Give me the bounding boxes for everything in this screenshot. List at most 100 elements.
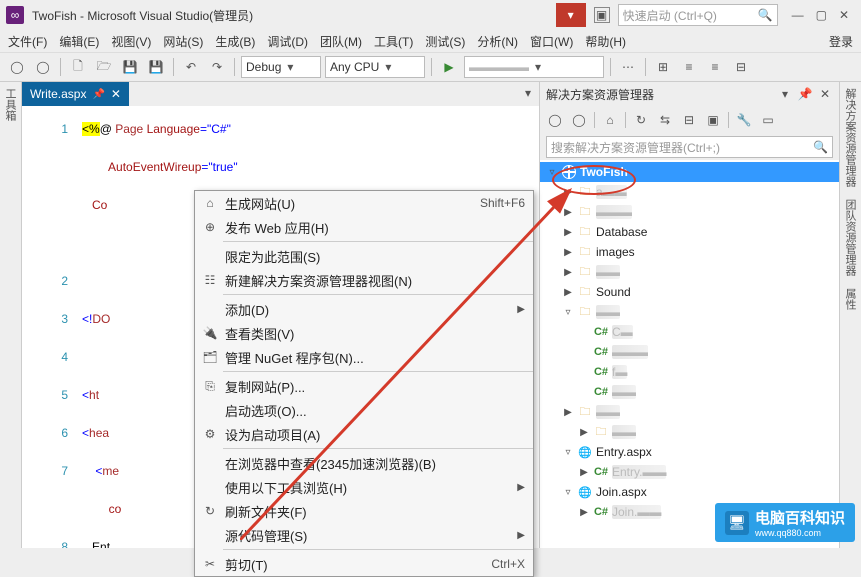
menu-team[interactable]: 团队(M) — [320, 33, 362, 50]
tab-dropdown[interactable]: ▾ — [517, 82, 539, 104]
tree-node[interactable]: ▶🗀a▬▬ — [540, 182, 839, 202]
solution-search-input[interactable]: 搜索解决方案资源管理器(Ctrl+;) 🔍 — [546, 136, 833, 158]
tool-btn-2[interactable]: ⊞ — [652, 56, 674, 78]
tool-btn-1[interactable]: ⋯ — [617, 56, 639, 78]
document-tabstrip: Write.aspx 📌 ✕ ▾ — [22, 82, 539, 106]
context-menu-item[interactable]: ⌂生成网站(U)Shift+F6 — [195, 191, 533, 215]
menu-file[interactable]: 文件(F) — [8, 33, 47, 50]
save-button[interactable]: 💾 — [119, 56, 141, 78]
close-button[interactable]: ✕ — [839, 8, 849, 22]
context-menu-item[interactable]: 限定为此范围(S) — [195, 244, 533, 268]
menu-edit[interactable]: 编辑(E) — [59, 33, 99, 50]
panel-close-icon[interactable]: ✕ — [817, 86, 833, 102]
start-debug-button[interactable]: ▶ — [438, 56, 460, 78]
context-menu-item[interactable]: ☷新建解决方案资源管理器视图(N) — [195, 268, 533, 292]
tree-node[interactable]: ▶🗀Database — [540, 222, 839, 242]
save-all-button[interactable]: 💾 — [145, 56, 167, 78]
tree-node[interactable]: ▿🌐Join.aspx — [540, 482, 839, 502]
nav-forward-button[interactable]: ◯ — [32, 56, 54, 78]
menu-test[interactable]: 测试(S) — [425, 33, 465, 50]
tree-node[interactable]: C#C▬ — [540, 322, 839, 342]
context-menu-item[interactable]: 使用以下工具浏览(H)▶ — [195, 475, 533, 499]
tree-node[interactable]: C#▬▬ — [540, 382, 839, 402]
menu-tools[interactable]: 工具(T) — [374, 33, 413, 50]
se-showall-button[interactable]: ▣ — [702, 109, 724, 131]
se-preview-button[interactable]: ▭ — [757, 109, 779, 131]
context-menu-item[interactable]: 在浏览器中查看(2345加速浏览器)(B) — [195, 451, 533, 475]
menu-window[interactable]: 窗口(W) — [530, 33, 573, 50]
menu-view[interactable]: 视图(V) — [111, 33, 151, 50]
menu-debug[interactable]: 调试(D) — [267, 33, 308, 50]
context-menu-item[interactable]: 源代码管理(S)▶ — [195, 523, 533, 547]
se-properties-button[interactable]: 🔧 — [733, 109, 755, 131]
menu-build[interactable]: 生成(B) — [215, 33, 255, 50]
tree-node[interactable]: ▿🌐Entry.aspx — [540, 442, 839, 462]
nav-back-button[interactable]: ◯ — [6, 56, 28, 78]
title-bar: ∞ TwoFish - Microsoft Visual Studio(管理员)… — [0, 0, 861, 30]
browser-combo[interactable]: ▬▬▬▬▬▾ — [464, 56, 604, 78]
maximize-button[interactable]: ▢ — [816, 8, 827, 22]
tree-node[interactable]: ▶🗀▬▬ — [540, 422, 839, 442]
search-icon: 🔍 — [813, 140, 828, 154]
minimize-button[interactable]: — — [792, 8, 804, 22]
tool-btn-3[interactable]: ≡ — [678, 56, 700, 78]
undo-button[interactable]: ↶ — [180, 56, 202, 78]
menu-help[interactable]: 帮助(H) — [585, 33, 626, 50]
se-refresh-button[interactable]: ↻ — [630, 109, 652, 131]
watermark-icon: 🖥 — [725, 511, 749, 535]
context-menu-item[interactable]: ⊕发布 Web 应用(H) — [195, 215, 533, 239]
context-menu-item[interactable]: ⎘复制网站(P)... — [195, 374, 533, 398]
panel-toolbar: ◯ ◯ ⌂ ↻ ⇆ ⊟ ▣ 🔧 ▭ — [540, 106, 839, 134]
panel-pin-icon[interactable]: 📌 — [797, 86, 813, 102]
tree-node[interactable]: ▶🗀▬▬ — [540, 402, 839, 422]
pin-icon[interactable]: 📌 — [92, 89, 104, 100]
menu-analyze[interactable]: 分析(N) — [477, 33, 518, 50]
tree-node[interactable]: C#▬▬▬ — [540, 342, 839, 362]
open-file-button[interactable]: 🗁 — [93, 56, 115, 78]
context-menu-item[interactable]: ✂剪切(T)Ctrl+X — [195, 552, 533, 576]
tree-node[interactable]: ▶🗀Sound — [540, 282, 839, 302]
tree-node[interactable]: ▶C#Entry.▬▬ — [540, 462, 839, 482]
team-explorer-tab[interactable]: 团队资源管理器 — [840, 193, 860, 282]
context-menu-item[interactable]: ↻刷新文件夹(F) — [195, 499, 533, 523]
context-menu-item[interactable]: 🗂管理 NuGet 程序包(N)... — [195, 345, 533, 369]
se-fwd-button[interactable]: ◯ — [568, 109, 590, 131]
config-combo[interactable]: Debug▾ — [241, 56, 321, 78]
search-placeholder: 搜索解决方案资源管理器(Ctrl+;) — [551, 139, 720, 156]
notifications-button[interactable]: ▾ — [556, 3, 586, 27]
main-toolbar: ◯ ◯ 🗋 🗁 💾 💾 ↶ ↷ Debug▾ Any CPU▾ ▶ ▬▬▬▬▬▾… — [0, 52, 861, 82]
quick-launch-input[interactable]: 快速启动 (Ctrl+Q) 🔍 — [618, 4, 778, 26]
tree-node[interactable]: ▶🗀▬▬▬ — [540, 202, 839, 222]
context-menu-item[interactable]: 添加(D)▶ — [195, 297, 533, 321]
solution-explorer-panel: 解决方案资源管理器 ▾ 📌 ✕ ◯ ◯ ⌂ ↻ ⇆ ⊟ ▣ 🔧 ▭ — [539, 82, 839, 548]
solution-explorer-tab[interactable]: 解决方案资源管理器 — [840, 82, 860, 193]
se-collapse-button[interactable]: ⊟ — [678, 109, 700, 131]
platform-combo[interactable]: Any CPU▾ — [325, 56, 425, 78]
context-menu-item[interactable]: ⚙设为启动项目(A) — [195, 422, 533, 446]
redo-button[interactable]: ↷ — [206, 56, 228, 78]
tree-node[interactable]: C#f▬ — [540, 362, 839, 382]
tool-btn-4[interactable]: ≡ — [704, 56, 726, 78]
right-tool-rail: 解决方案资源管理器 团队资源管理器 属性 — [839, 82, 861, 548]
tab-close-icon[interactable]: ✕ — [111, 87, 121, 101]
properties-tab[interactable]: 属性 — [840, 282, 860, 316]
toolbox-tab[interactable]: 工具箱 — [0, 82, 20, 127]
context-menu-item[interactable]: 🔌查看类图(V) — [195, 321, 533, 345]
vs-logo-icon: ∞ — [6, 6, 24, 24]
solution-tree[interactable]: ▿TwoFish▶🗀a▬▬▶🗀▬▬▬▶🗀Database▶🗀images▶🗀▬▬… — [540, 160, 839, 548]
tree-node[interactable]: ▶🗀images — [540, 242, 839, 262]
tree-root[interactable]: ▿TwoFish — [540, 162, 839, 182]
tree-node[interactable]: ▶🗀▬▬ — [540, 262, 839, 282]
tool-btn-5[interactable]: ⊟ — [730, 56, 752, 78]
context-menu-item[interactable]: 启动选项(O)... — [195, 398, 533, 422]
tree-node[interactable]: ▿🗀▬▬ — [540, 302, 839, 322]
login-link[interactable]: 登录 — [829, 33, 853, 50]
se-home-button[interactable]: ⌂ — [599, 109, 621, 131]
feedback-icon[interactable]: ▣ — [594, 7, 610, 23]
menu-website[interactable]: 网站(S) — [163, 33, 203, 50]
se-sync-button[interactable]: ⇆ — [654, 109, 676, 131]
panel-dropdown-icon[interactable]: ▾ — [777, 86, 793, 102]
document-tab[interactable]: Write.aspx 📌 ✕ — [22, 82, 129, 106]
se-back-button[interactable]: ◯ — [544, 109, 566, 131]
new-file-button[interactable]: 🗋 — [67, 56, 89, 78]
